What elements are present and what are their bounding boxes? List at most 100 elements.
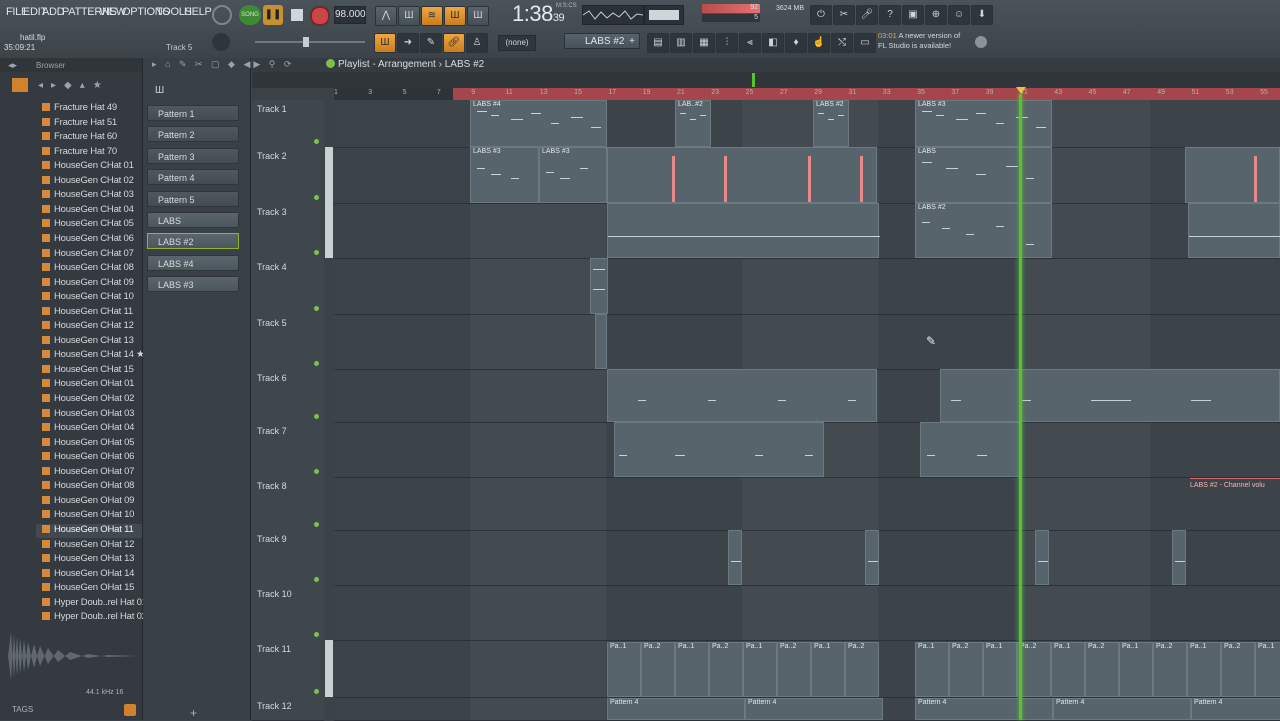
browser-item[interactable]: HouseGen OHat 06 [42,451,134,465]
download-icon[interactable]: ⬇ [971,5,993,25]
browser-item[interactable]: HouseGen OHat 08 [42,480,134,494]
channel-rack-icon[interactable]: ▦ [693,33,715,53]
menu-help[interactable]: HELP [184,6,212,18]
pattern-clip[interactable]: Pa..1 [1255,642,1280,697]
track-lane[interactable] [334,530,1280,586]
browser-icon[interactable]: ⫷ [739,33,761,53]
save-icon[interactable]: ▣ [902,5,924,25]
track-mute-led[interactable] [314,250,319,255]
pattern-clip[interactable]: Pa..1 [675,642,709,697]
pattern-clip[interactable]: Pa..2 [1085,642,1119,697]
plugin-picker-icon[interactable]: ♦ [785,33,807,53]
pattern-clip[interactable]: LABS #3 [470,147,539,203]
track-mute-led[interactable] [314,361,319,366]
browser-item[interactable]: Hyper Doub..rel Hat 01 [42,597,147,611]
loop-record-icon[interactable]: Ш [467,6,489,26]
browser-item[interactable]: HouseGen OHat 13 [42,553,134,567]
pattern-item[interactable]: LABS #4 [147,254,239,271]
pattern-clip[interactable]: Pattern 4 [1053,698,1191,720]
pattern-clip[interactable]: Pattern 4 [607,698,745,720]
browser-item[interactable]: HouseGen CHat 01 [42,160,134,174]
tools-icon[interactable]: ✂ [833,5,855,25]
pattern-clip[interactable]: LABS [915,147,1052,203]
wait-input-icon[interactable]: Ш [398,6,420,26]
pattern-clip[interactable] [1035,530,1049,585]
track-mute-led[interactable] [314,689,319,694]
browser-item[interactable]: HouseGen CHat 08 [42,262,134,276]
pattern-clip[interactable]: Pa..1 [1187,642,1221,697]
playhead[interactable] [1019,94,1022,720]
pattern-clip[interactable]: Pa..1 [743,642,777,697]
track-mute-led[interactable] [314,522,319,527]
track-mute-led[interactable] [314,414,319,419]
track-lane[interactable] [334,258,1280,315]
master-volume-knob[interactable] [212,33,230,51]
browser-item[interactable]: HouseGen CHat 09 [42,277,134,291]
pattern-clip[interactable] [595,314,607,369]
track-lane[interactable] [334,477,1280,531]
pattern-item[interactable]: Pattern 5 [147,190,239,207]
browser-item[interactable]: Fracture Hat 70 [42,146,117,160]
browser-item[interactable]: HouseGen CHat 04 [42,204,134,218]
pattern-clip[interactable] [590,258,608,314]
stamp-icon[interactable]: ♙ [466,33,488,53]
pattern-clip[interactable] [607,147,877,203]
track-mute-led[interactable] [314,195,319,200]
browser-item[interactable]: Fracture Hat 49 [42,102,117,116]
pattern-clip[interactable]: LABS #4 [470,100,607,147]
browser-item[interactable]: HouseGen OHat 07 [42,466,134,480]
pattern-clip[interactable]: Pa..1 [811,642,845,697]
countdown-icon[interactable]: ≋ [421,6,443,26]
browser-item[interactable]: Fracture Hat 60 [42,131,117,145]
pattern-item[interactable]: LABS [147,212,239,228]
back-icon[interactable]: ◂▸ [8,60,17,71]
song-mode-toggle[interactable]: SONG [239,5,261,25]
automation-clip[interactable]: LABS #2 - Channel volu [1190,478,1280,529]
track-mute-led[interactable] [314,139,319,144]
browser-item[interactable]: HouseGen CHat 11 [42,306,133,320]
pattern-clip[interactable]: Pa..1 [607,642,641,697]
browser-item[interactable]: HouseGen CHat 12 [42,320,134,334]
chat-icon[interactable]: ☺ [948,5,970,25]
pattern-clip[interactable] [607,203,880,258]
pattern-selector[interactable]: LABS #2 + [564,33,640,49]
master-pitch-slider[interactable] [255,37,365,47]
news-close-icon[interactable] [975,36,987,48]
pattern-clip[interactable]: Pa..2 [709,642,743,697]
pattern-item[interactable]: Pattern 3 [147,147,239,164]
browser-item[interactable]: HouseGen OHat 12 [42,539,134,553]
step-edit-icon[interactable]: Ш [444,6,466,26]
mixer-icon[interactable]: ⫶ [716,33,738,53]
playlist-tool-icons[interactable]: ▸ ⌂ ✎ ✂ ▢ ◆ ◀▶ ⚲ ⟳ [152,59,294,70]
browser-item[interactable]: HouseGen OHat 02 [42,393,134,407]
pattern-clip[interactable] [607,369,877,422]
project-icon[interactable]: ◧ [762,33,784,53]
track-lane[interactable] [334,314,1280,370]
browser-item[interactable]: Fracture Hat 51 [42,117,117,131]
browser-item[interactable]: HouseGen CHat 10 [42,291,134,305]
pattern-clip[interactable]: LABS #3 [539,147,607,203]
browser-item[interactable]: HouseGen OHat 01 [42,378,134,392]
track-mute-led[interactable] [314,306,319,311]
browser-item[interactable]: HouseGen OHat 14 [42,568,134,582]
pattern-clip[interactable] [1188,203,1280,258]
browser-item[interactable]: HouseGen CHat 14 ★ [42,349,145,363]
tags-button[interactable]: TAGS [12,705,33,714]
browser-item[interactable]: Hyper Doub..rel Hat 02 [42,611,147,625]
browser-filter-icons[interactable]: ◂▸◆▴★ [38,80,110,91]
pattern-clip[interactable]: LABS #2 [915,203,1052,258]
pattern-clip[interactable] [865,530,879,585]
play-button[interactable]: ❚❚ [263,5,283,25]
playlist-overview[interactable] [252,72,1280,88]
tempo-display[interactable]: 98.000 [334,6,366,24]
browser-item[interactable]: HouseGen OHat 04 [42,422,134,436]
pattern-clip[interactable]: Pattern 4 [915,698,1053,720]
pattern-clip[interactable] [1172,530,1186,585]
browser-item[interactable]: HouseGen CHat 02 [42,175,134,189]
track-mute-led[interactable] [314,469,319,474]
pattern-clip[interactable]: Pattern 4 [745,698,883,720]
track-mute-led[interactable] [314,632,319,637]
browser-item[interactable]: HouseGen CHat 07 [42,248,134,262]
oscilloscope[interactable] [582,5,644,25]
stop-button[interactable] [291,9,303,21]
